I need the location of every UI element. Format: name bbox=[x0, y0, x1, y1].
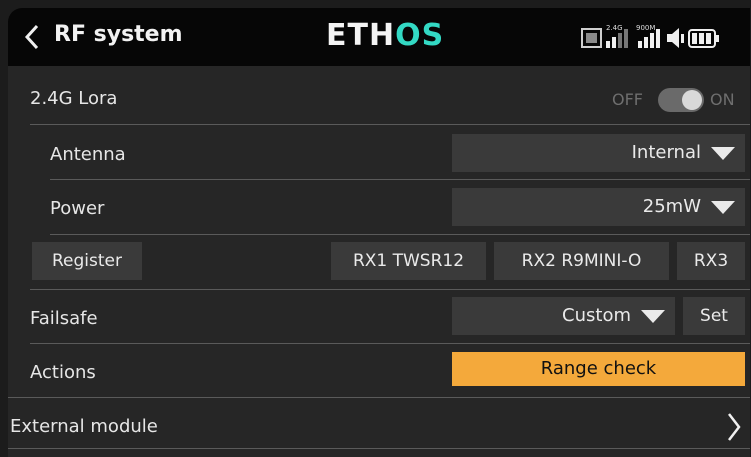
receiver-1-button[interactable]: RX1 TWSR12 bbox=[331, 242, 486, 280]
divider bbox=[30, 343, 750, 344]
dropdown-caret-icon bbox=[711, 201, 735, 214]
dropdown-caret-icon bbox=[641, 310, 665, 323]
register-button[interactable]: Register bbox=[32, 242, 142, 280]
antenna-select[interactable]: Internal bbox=[452, 134, 745, 172]
top-bar: RF system ETHOS 2.4G 900M bbox=[8, 8, 750, 66]
failsafe-set-button[interactable]: Set bbox=[683, 297, 745, 335]
volume-icon bbox=[667, 28, 684, 48]
receiver-3-button[interactable]: RX3 bbox=[677, 242, 745, 280]
receiver-2-button[interactable]: RX2 R9MINI-O bbox=[494, 242, 669, 280]
svg-text:2.4G: 2.4G bbox=[606, 24, 623, 32]
range-check-button[interactable]: Range check bbox=[452, 352, 745, 386]
internal-module-toggle[interactable] bbox=[658, 88, 704, 112]
chevron-right-icon bbox=[728, 413, 741, 441]
battery-icon bbox=[688, 29, 719, 48]
failsafe-value: Custom bbox=[562, 305, 631, 326]
failsafe-label: Failsafe bbox=[30, 308, 98, 329]
external-module-label: External module bbox=[10, 416, 158, 437]
page-title: RF system bbox=[54, 22, 183, 47]
sd-card-icon bbox=[581, 28, 602, 48]
rf-system-screen: RF system ETHOS 2.4G 900M 2.4G Lora OFF … bbox=[8, 8, 750, 457]
actions-label: Actions bbox=[30, 362, 96, 383]
antenna-label: Antenna bbox=[50, 144, 126, 165]
ethos-logo: ETHOS bbox=[326, 18, 445, 53]
failsafe-select[interactable]: Custom bbox=[452, 297, 675, 335]
back-arrow-icon[interactable] bbox=[18, 20, 48, 54]
internal-module-label: 2.4G Lora bbox=[30, 88, 118, 109]
external-module-row[interactable]: External module bbox=[8, 398, 750, 446]
dropdown-caret-icon bbox=[711, 147, 735, 160]
toggle-knob bbox=[682, 90, 702, 110]
signal-900m-icon: 900M bbox=[636, 24, 660, 48]
svg-text:900M: 900M bbox=[636, 24, 655, 32]
divider bbox=[50, 179, 750, 180]
divider bbox=[30, 289, 750, 290]
divider bbox=[30, 124, 750, 125]
toggle-on-label: ON bbox=[710, 90, 735, 109]
power-label: Power bbox=[50, 198, 105, 219]
power-select[interactable]: 25mW bbox=[452, 188, 745, 226]
divider bbox=[8, 448, 750, 449]
power-value: 25mW bbox=[642, 196, 701, 217]
divider bbox=[50, 234, 750, 235]
toggle-off-label: OFF bbox=[612, 90, 643, 109]
antenna-value: Internal bbox=[631, 142, 701, 163]
signal-2g4-icon: 2.4G bbox=[606, 24, 628, 48]
status-indicators: 2.4G 900M bbox=[581, 24, 719, 48]
